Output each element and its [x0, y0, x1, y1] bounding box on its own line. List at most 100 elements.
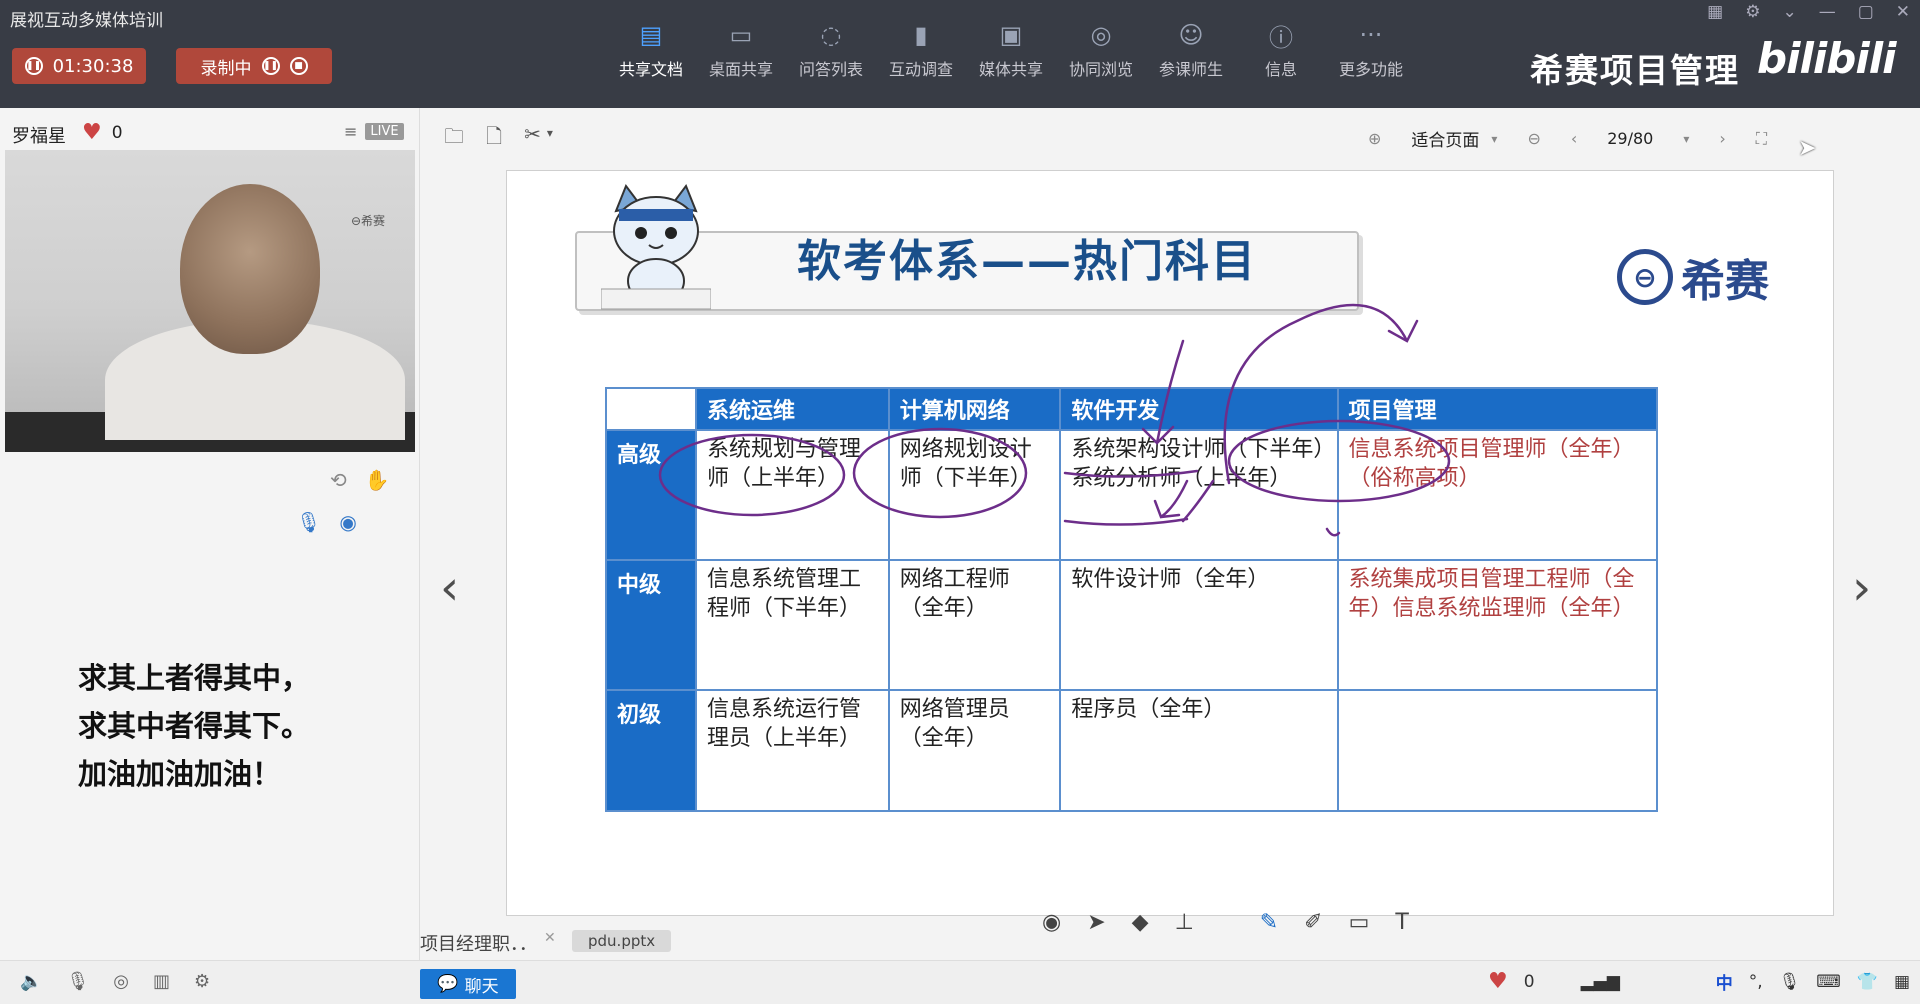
previous-slide-arrow[interactable]: ‹ — [440, 560, 459, 616]
microphone-icon[interactable]: 🎙 — [66, 971, 89, 992]
annotation-toolbar: ◉ ➤ ◆ ⊥ ✎ ✐ ▭ T — [1042, 910, 1409, 935]
punctuation-icon[interactable]: °, — [1749, 972, 1763, 992]
zoom-select[interactable]: 适合页面 — [1411, 126, 1479, 151]
motto-line-1: 求其上者得其中， — [78, 661, 311, 695]
folder-open-icon[interactable]: 🗀 — [444, 122, 464, 156]
highlighter-icon[interactable]: ✐ — [1304, 910, 1322, 935]
close-icon[interactable]: ✕ — [544, 930, 556, 946]
toolbar-label: 共享文档 — [618, 60, 683, 79]
grid-icon[interactable]: ▦ — [1707, 2, 1723, 22]
toolbar-survey[interactable]: ▮ 互动调查 — [876, 20, 966, 80]
toolbar-media-share[interactable]: ▣ 媒体共享 — [966, 20, 1056, 80]
previous-page-icon[interactable]: ‹ — [1571, 129, 1577, 148]
table-cell — [1336, 689, 1659, 812]
gear-icon[interactable]: ⚙ — [1745, 2, 1760, 22]
list-icon[interactable]: ≡ — [344, 122, 357, 141]
table-cell: 系统集成项目管理工程师（全年）信息系统监理师（全年） — [1336, 559, 1659, 691]
main-toolbar: ▤ 共享文档 ▭ 桌面共享 ◌ 问答列表 ▮ 互动调查 ▣ 媒体共享 ◎ 协同浏… — [606, 20, 1416, 80]
apps-icon[interactable]: ▦ — [1894, 972, 1910, 992]
motto-text: 求其上者得其中， 求其中者得其下。 加油加油加油！ — [78, 654, 310, 798]
hand-raise-icon[interactable]: ✋ — [365, 468, 390, 492]
text-tool-icon[interactable]: T — [1395, 910, 1408, 935]
chevron-down-icon[interactable]: ⌄ — [1782, 2, 1796, 22]
av-controls: 🎙 ◉ — [296, 510, 357, 534]
toolbar-label: 参课师生 — [1158, 60, 1223, 79]
fullscreen-icon[interactable]: ⛶ — [1756, 129, 1767, 149]
more-dots-icon: ··· — [1359, 21, 1383, 49]
pointer-arrow-icon[interactable]: ➤ — [1087, 910, 1105, 935]
speaker-icon[interactable]: 🔈 — [20, 971, 42, 992]
heart-icon[interactable]: ♥ — [82, 120, 102, 145]
equalizer-icon[interactable]: ▥ — [153, 971, 170, 992]
heart-icon[interactable]: ♥ — [1488, 969, 1508, 994]
table-row: 中级 信息系统管理工程师（下半年） 网络工程师（全年） 软件设计师（全年） 系统… — [605, 559, 1659, 691]
slide-title: 软考体系——热门科目 — [797, 236, 1257, 287]
toolbar-share-document[interactable]: ▤ 共享文档 — [606, 20, 696, 80]
table-cell: 系统架构设计师（下半年）系统分析师（上半年） — [1059, 429, 1339, 561]
zoom-in-icon[interactable]: ⊕ — [1368, 129, 1381, 148]
toolbar-qa-list[interactable]: ◌ 问答列表 — [786, 20, 876, 80]
table-cell: 网络管理员（全年） — [887, 689, 1062, 812]
people-icon: ☺ — [1178, 21, 1204, 49]
stamp-icon[interactable]: ⊥ — [1175, 910, 1194, 935]
shirt-icon[interactable]: 👕 — [1857, 972, 1878, 992]
toolbar-cobrowse[interactable]: ◎ 协同浏览 — [1056, 20, 1146, 80]
video-person-head — [180, 184, 320, 354]
stop-recording-button[interactable]: ■ — [289, 57, 308, 75]
rectangle-icon[interactable]: ▭ — [1349, 910, 1370, 935]
logo-mark-icon: ⊖ — [1617, 249, 1673, 305]
document-share-icon: ▤ — [639, 21, 663, 49]
scissors-icon[interactable]: ✂ — [524, 122, 541, 156]
microphone-icon[interactable]: 🎙 — [296, 510, 321, 534]
media-film-icon: ▣ — [999, 21, 1023, 49]
webcam-icon[interactable]: ◎ — [113, 971, 129, 992]
app-title: 展视互动多媒体培训 — [10, 11, 163, 31]
tab-pdu-pptx[interactable]: pdu.pptx — [572, 930, 672, 952]
likes-count: 0 — [111, 122, 123, 143]
pause-recording-button[interactable]: ❚❚ — [261, 57, 280, 75]
microphone-icon[interactable]: 🎙 — [1779, 972, 1801, 992]
chat-label: 聊天 — [464, 976, 499, 997]
gear-icon[interactable]: ⚙ — [194, 971, 210, 992]
desktop-share-icon: ▭ — [729, 21, 753, 49]
chat-button[interactable]: 💬 聊天 — [420, 969, 516, 999]
live-area: ≡ LIVE — [344, 122, 404, 141]
toolbar-participants[interactable]: ☺ 参课师生 — [1146, 20, 1236, 80]
toolbar-label: 协同浏览 — [1068, 60, 1133, 79]
logo-text: 希赛 — [1681, 256, 1769, 307]
tab-project-manager[interactable]: 项目经理职．． — [420, 930, 537, 956]
presenter-name: 罗福星 — [12, 126, 66, 147]
level-junior: 初级 — [605, 689, 697, 812]
page-dropdown-icon[interactable]: ▾ — [1683, 132, 1689, 146]
new-document-icon[interactable]: 🗋 — [486, 122, 502, 156]
pause-icon: ❚❚ — [24, 57, 43, 75]
ime-indicator[interactable]: 中 — [1716, 969, 1733, 994]
table-cell: 网络规划设计师（下半年） — [887, 429, 1062, 561]
bottom-likes: 0 — [1523, 971, 1535, 992]
page-indicator[interactable]: 29/80 — [1607, 129, 1653, 148]
close-icon[interactable]: ✕ — [1896, 2, 1910, 22]
zoom-dropdown-icon[interactable]: ▾ — [1491, 132, 1497, 146]
toolbar-more[interactable]: ··· 更多功能 — [1326, 20, 1416, 80]
presenter-video: ⊖希赛 — [5, 150, 415, 452]
recording-timer[interactable]: ❚❚ 01:30:38 — [12, 48, 146, 84]
maximize-icon[interactable]: ▢ — [1858, 2, 1874, 22]
chevron-down-icon[interactable]: ▾ — [547, 126, 553, 156]
toolbar-desktop-share[interactable]: ▭ 桌面共享 — [696, 20, 786, 80]
zoom-out-icon[interactable]: ⊖ — [1527, 129, 1540, 148]
toolbar-info[interactable]: ⓘ 信息 — [1236, 20, 1326, 80]
laser-dot-icon[interactable]: ◉ — [1042, 910, 1061, 935]
next-slide-arrow[interactable]: › — [1852, 560, 1871, 616]
video-controls: ⟲ ✋ — [330, 468, 390, 492]
header-pm: 项目管理 — [1336, 387, 1659, 431]
next-page-icon[interactable]: › — [1719, 129, 1725, 148]
keyboard-icon[interactable]: ⌨ — [1816, 972, 1841, 992]
brand-text: 希赛项目管理 — [1530, 51, 1740, 90]
minimize-icon[interactable]: — — [1819, 2, 1836, 22]
table-cell: 信息系统运行管理员（上半年） — [695, 689, 890, 812]
eraser-icon[interactable]: ◆ — [1132, 910, 1149, 935]
camera-flip-icon[interactable]: ⟲ — [330, 468, 347, 492]
webcam-icon[interactable]: ◉ — [339, 510, 356, 534]
pen-icon[interactable]: ✎ — [1260, 910, 1278, 935]
toolbar-label: 互动调查 — [888, 60, 953, 79]
